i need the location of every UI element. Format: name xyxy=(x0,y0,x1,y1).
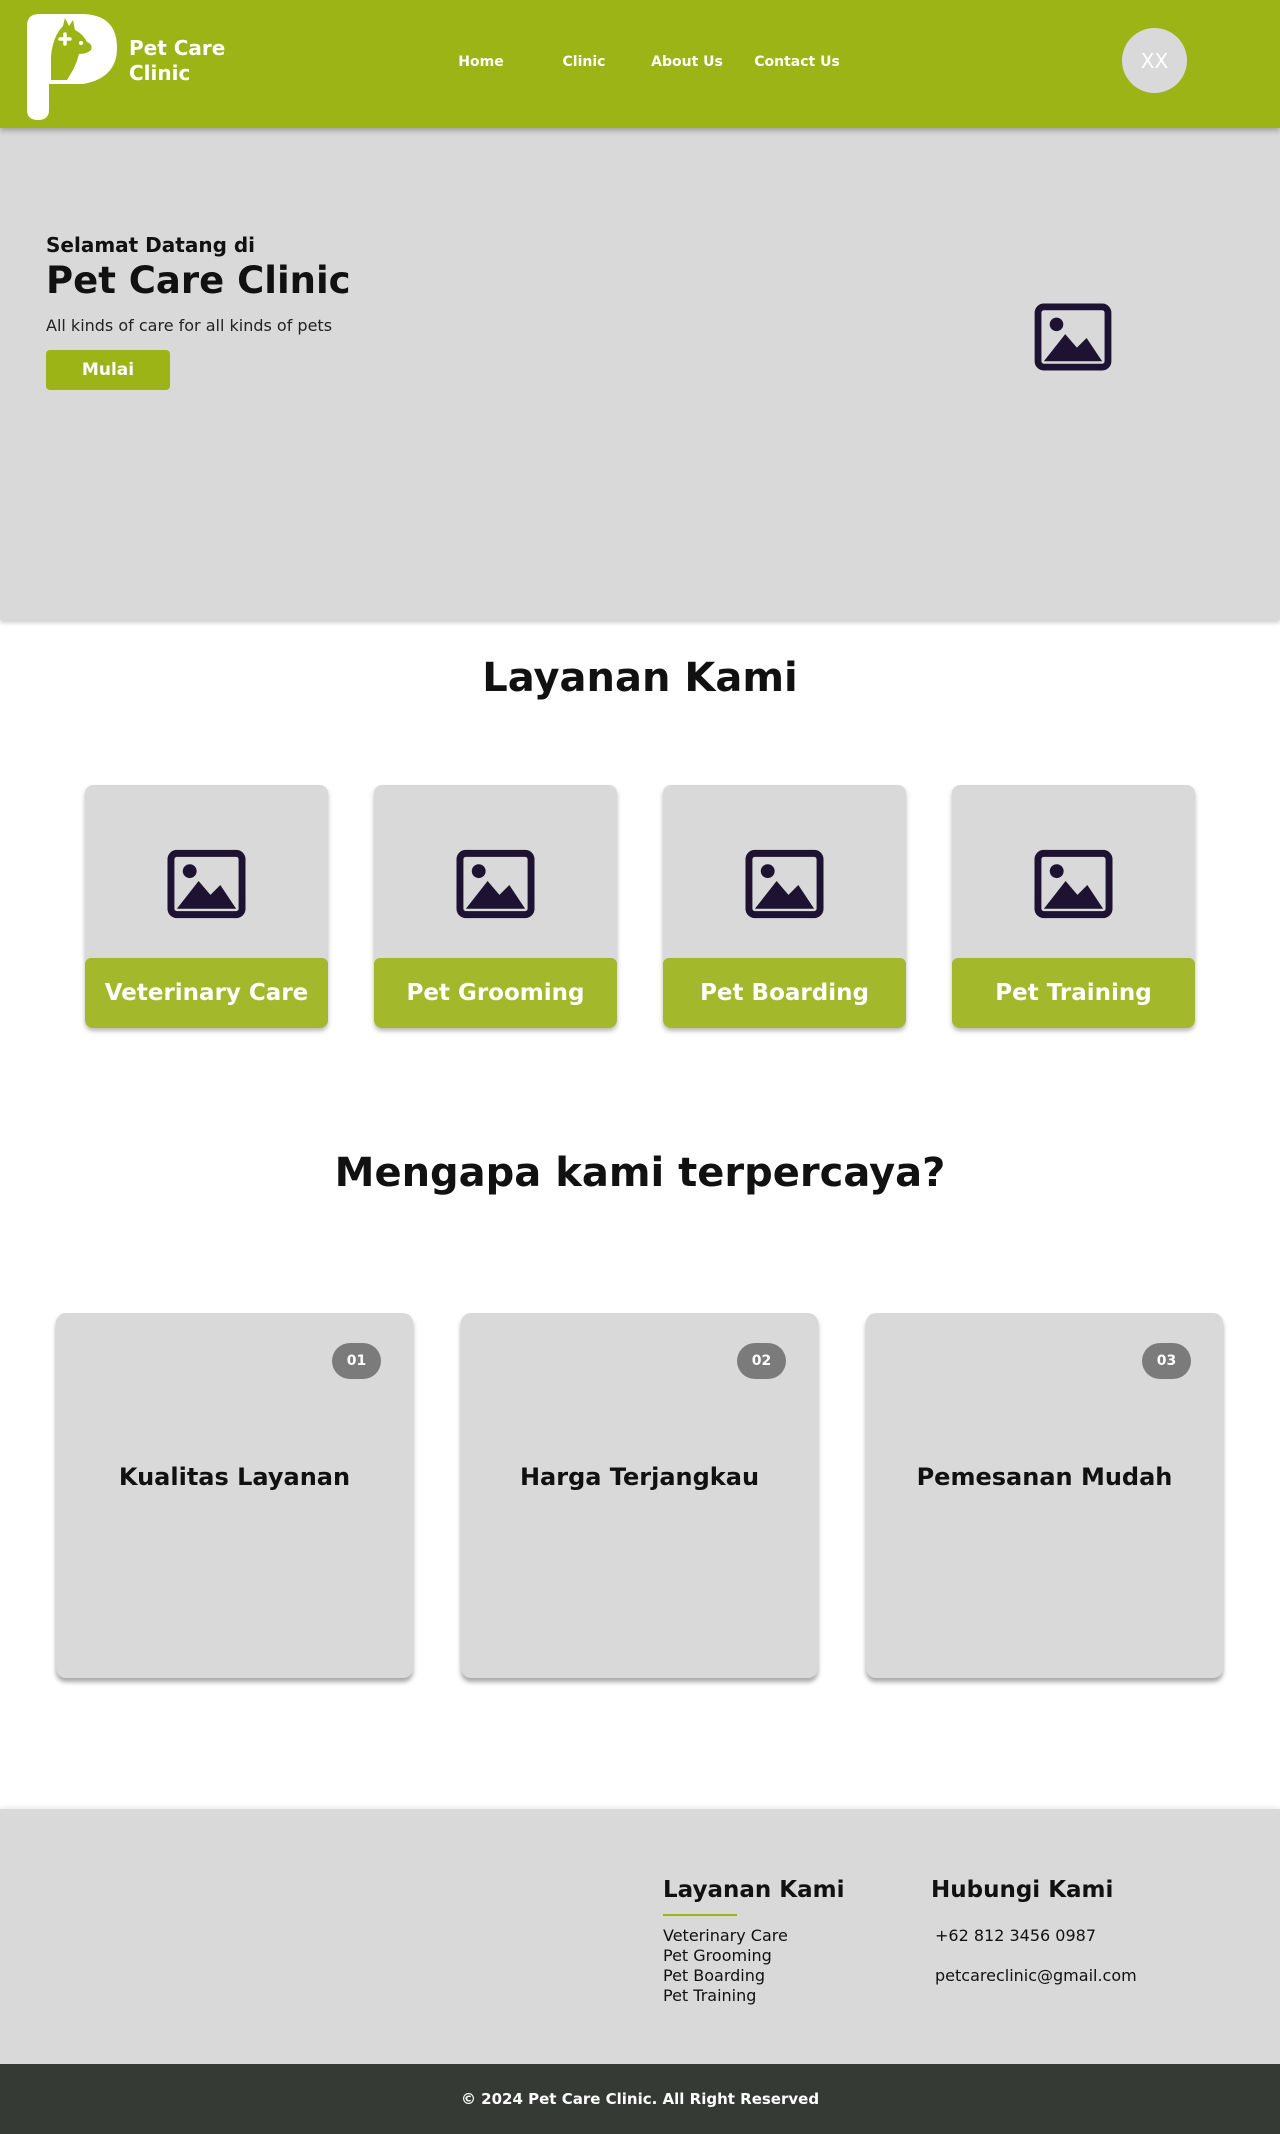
hero-tagline: All kinds of care for all kinds of pets xyxy=(46,316,333,335)
reason-title: Harga Terjangkau xyxy=(519,1463,760,1491)
reason-number-badge: 02 xyxy=(737,1343,786,1379)
hero-title: Pet Care Clinic xyxy=(46,259,351,302)
service-label: Pet Training xyxy=(952,958,1195,1028)
service-card-veterinary-care[interactable]: Veterinary Care xyxy=(85,785,328,1028)
copyright-bar: © 2024 Pet Care Clinic. All Right Reserv… xyxy=(0,2064,1280,2134)
main-nav: Home Clinic About Us Contact Us xyxy=(0,54,1280,74)
image-placeholder-icon xyxy=(167,849,246,919)
nav-home[interactable]: Home xyxy=(458,54,503,70)
footer-services-title: Layanan Kami xyxy=(663,1877,845,1903)
hero-section: Selamat Datang di Pet Care Clinic All ki… xyxy=(0,128,1280,620)
service-card-pet-training[interactable]: Pet Training xyxy=(952,785,1195,1028)
nav-clinic[interactable]: Clinic xyxy=(563,54,606,70)
reason-card-price: 02 Harga Terjangkau xyxy=(461,1313,818,1678)
service-label: Veterinary Care xyxy=(85,958,328,1028)
services-title: Layanan Kami xyxy=(482,655,798,701)
reason-card-quality: 01 Kualitas Layanan xyxy=(56,1313,413,1678)
footer-title-underline xyxy=(663,1914,737,1916)
footer-contact-title: Hubungi Kami xyxy=(931,1877,1114,1903)
footer-link-pet-grooming[interactable]: Pet Grooming xyxy=(663,1946,788,1966)
user-avatar[interactable]: XX xyxy=(1122,28,1187,93)
nav-about-us[interactable]: About Us xyxy=(651,54,723,70)
reason-title: Pemesanan Mudah xyxy=(916,1463,1173,1491)
footer-link-pet-training[interactable]: Pet Training xyxy=(663,1986,788,2006)
reasons-title: Mengapa kami terpercaya? xyxy=(334,1150,946,1196)
footer-phone[interactable]: +62 812 3456 0987 xyxy=(935,1926,1096,1945)
footer-services-list: Veterinary Care Pet Grooming Pet Boardin… xyxy=(663,1926,788,2006)
service-card-pet-grooming[interactable]: Pet Grooming xyxy=(374,785,617,1028)
reason-number-badge: 01 xyxy=(332,1343,381,1379)
footer-link-pet-boarding[interactable]: Pet Boarding xyxy=(663,1966,788,1986)
image-placeholder-icon xyxy=(456,849,535,919)
hero-welcome: Selamat Datang di xyxy=(46,233,256,257)
nav-contact-us[interactable]: Contact Us xyxy=(754,54,840,70)
footer-email[interactable]: petcareclinic@gmail.com xyxy=(935,1966,1137,1985)
reason-title: Kualitas Layanan xyxy=(118,1463,351,1491)
image-placeholder-icon xyxy=(745,849,824,919)
service-label: Pet Boarding xyxy=(663,958,906,1028)
start-button[interactable]: Mulai xyxy=(46,350,170,390)
service-label: Pet Grooming xyxy=(374,958,617,1028)
reason-card-booking: 03 Pemesanan Mudah xyxy=(866,1313,1223,1678)
image-placeholder-icon xyxy=(1034,849,1113,919)
image-placeholder-icon xyxy=(1034,303,1112,371)
reason-number-badge: 03 xyxy=(1142,1343,1191,1379)
site-footer: Layanan Kami Veterinary Care Pet Groomin… xyxy=(0,1809,1280,2064)
site-header: Pet Care Clinic Home Clinic About Us Con… xyxy=(0,0,1280,128)
footer-link-veterinary-care[interactable]: Veterinary Care xyxy=(663,1926,788,1946)
service-card-pet-boarding[interactable]: Pet Boarding xyxy=(663,785,906,1028)
